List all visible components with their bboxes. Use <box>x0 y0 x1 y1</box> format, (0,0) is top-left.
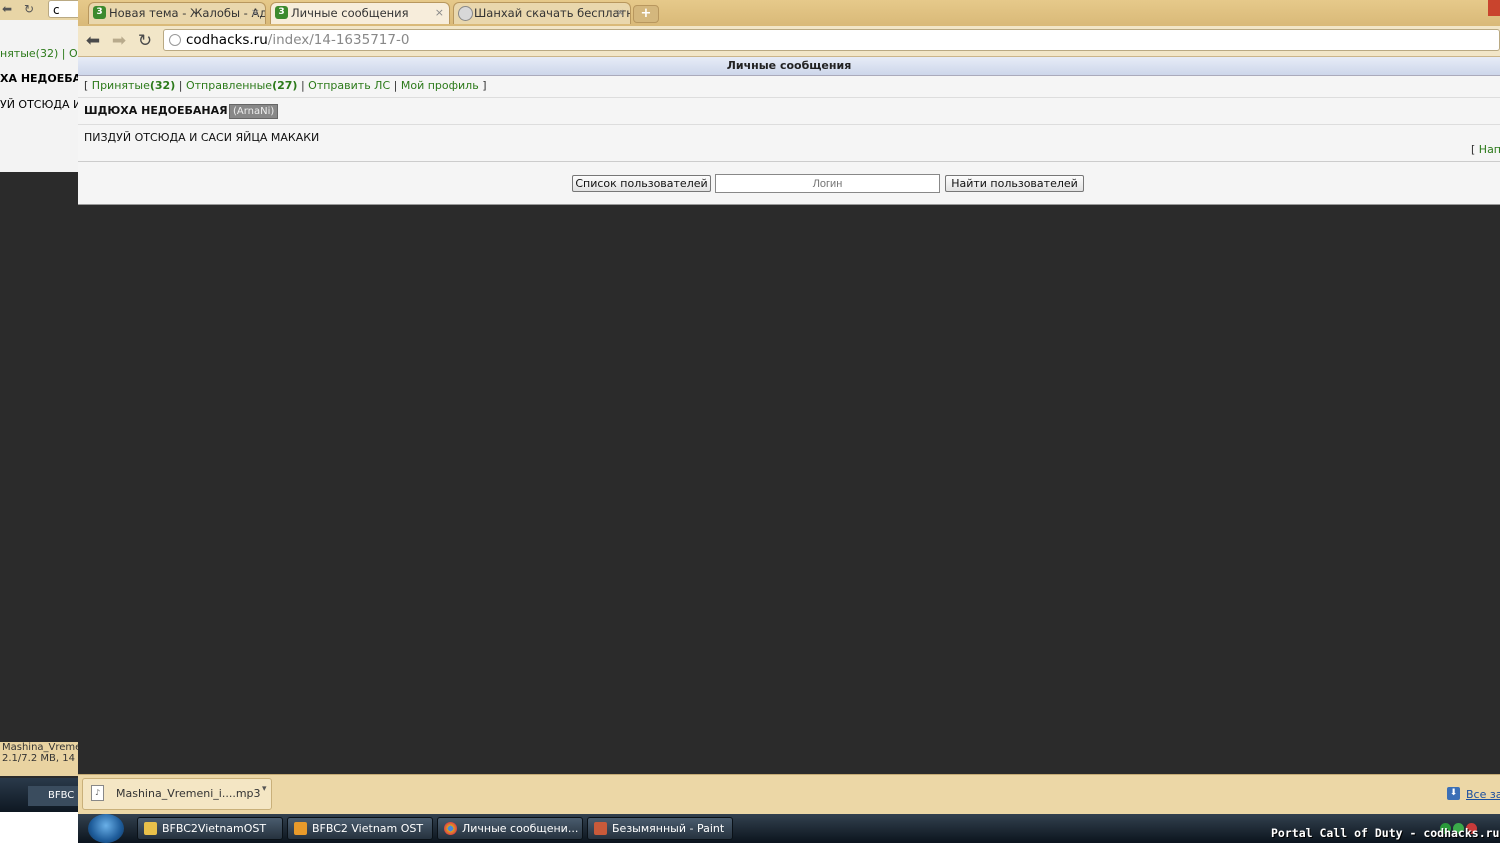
download-file-name[interactable]: Mashina_Vremeni_i....mp3 <box>116 787 261 800</box>
my-profile-link[interactable]: Мой профиль <box>401 79 479 92</box>
chevron-down-icon[interactable]: ▾ <box>262 784 267 794</box>
close-icon[interactable]: × <box>616 3 625 23</box>
bracket: [ <box>84 79 89 92</box>
tab-label: Личные сообщения <box>291 6 409 20</box>
sent-label: Отправленные <box>185 79 273 92</box>
background-window <box>0 0 78 172</box>
taskbar-item-label: BFBC2VietnamOST <box>162 822 267 835</box>
separator: | <box>300 79 305 92</box>
bracket: ] <box>482 79 487 92</box>
message-header <box>78 97 1500 125</box>
tab-new-topic[interactable]: 3 Новая тема - Жалобы - Ад × <box>88 2 266 24</box>
page-title: Личные сообщения <box>78 57 1500 76</box>
address-bar[interactable]: codhacks.ru/index/14-1635717-0 <box>163 29 1500 51</box>
received-label: Принятые <box>91 79 150 92</box>
media-icon <box>294 822 307 835</box>
codhacks-favicon-icon: 3 <box>93 6 106 19</box>
find-users-button[interactable]: Найти пользователей <box>945 175 1084 192</box>
back-arrow-icon[interactable]: ⬅ <box>82 30 104 52</box>
pm-nav-links: [ Принятые(32) | Отправленные(27) | Отпр… <box>84 79 486 92</box>
send-pm-link[interactable]: Отправить ЛС <box>308 79 390 92</box>
received-count: (32) <box>149 79 176 92</box>
tab-private-messages[interactable]: 3 Личные сообщения × <box>270 2 450 24</box>
background-nav-links: нятые(32) | От <box>0 47 85 60</box>
folder-icon <box>144 822 157 835</box>
url-host: codhacks.ru <box>186 32 268 48</box>
taskbar-item-label: Безымянный - Paint <box>612 822 725 835</box>
watermark-text: Portal Call of Duty - codhacks.ru <box>1271 826 1500 840</box>
background-sender: ХА НЕДОЕБАН <box>0 72 91 85</box>
user-list-button[interactable]: Список пользователей <box>572 175 711 192</box>
reply-link[interactable]: Нап <box>1479 143 1500 156</box>
bracket: [ <box>1471 143 1476 156</box>
close-icon[interactable]: × <box>251 3 260 23</box>
background-download-item: Mashina_Vreme 2.1/7.2 MB, 14 s <box>0 742 78 776</box>
window-control-button[interactable] <box>1488 0 1500 16</box>
reload-icon[interactable]: ↻ <box>134 30 156 52</box>
divider <box>78 161 1500 162</box>
page-icon <box>169 34 181 46</box>
audio-file-icon: ♪ <box>91 785 104 801</box>
tab-label: Новая тема - Жалобы - Ад <box>109 6 266 20</box>
tab-shanghai[interactable]: Шанхай скачать бесплатно × <box>453 2 631 24</box>
reload-icon: ↻ <box>24 2 35 16</box>
taskbar-item-chrome[interactable]: Личные сообщени... <box>437 817 583 840</box>
sender-tag: (ArnaNi) <box>229 104 279 119</box>
sent-count: (27) <box>272 79 298 92</box>
reply-link-area: [ Нап <box>1471 143 1500 156</box>
message-sender[interactable]: ШДЮХА НЕДОЕБАНАЯ <box>84 104 228 117</box>
chrome-icon <box>444 822 457 835</box>
tab-label: Шанхай скачать бесплатно <box>474 6 631 20</box>
message-body: ПИЗДУЙ ОТСЮДА И САСИ ЯЙЦА МАКАКИ <box>84 131 320 144</box>
background-taskbar-item[interactable]: BFBC <box>28 786 78 806</box>
paint-icon <box>594 822 607 835</box>
download-icon: ⬇ <box>1447 787 1460 800</box>
sent-link[interactable]: Отправленные(27) <box>186 79 297 92</box>
start-button[interactable] <box>88 814 124 843</box>
new-tab-button[interactable]: + <box>633 5 659 23</box>
taskbar-item-bfbc2-media[interactable]: BFBC2 Vietnam OST <box>287 817 433 840</box>
taskbar-item-bfbc2-folder[interactable]: BFBC2VietnamOST <box>137 817 283 840</box>
codhacks-favicon-icon: 3 <box>275 6 288 19</box>
background-download-progress: 2.1/7.2 MB, 14 s <box>2 753 78 764</box>
background-download-name: Mashina_Vreme <box>2 742 78 753</box>
taskbar-item-label: Личные сообщени... <box>462 822 579 835</box>
close-icon[interactable]: × <box>435 3 444 23</box>
login-search-input[interactable] <box>715 174 940 193</box>
download-shelf <box>78 774 1500 815</box>
separator: | <box>393 79 398 92</box>
background-taskbar: BFBC <box>0 778 78 812</box>
show-all-downloads-link[interactable]: Все за <box>1466 788 1500 801</box>
taskbar-item-paint[interactable]: Безымянный - Paint <box>587 817 733 840</box>
url-path: /index/14-1635717-0 <box>267 32 410 48</box>
separator: | <box>178 79 183 92</box>
globe-favicon-icon <box>458 6 473 21</box>
taskbar-item-label: BFBC2 Vietnam OST <box>312 822 424 835</box>
received-link[interactable]: Принятые(32) <box>92 79 175 92</box>
forward-arrow-icon[interactable]: ➡ <box>108 30 130 52</box>
background-strip <box>0 812 78 843</box>
background-message-body: УЙ ОТСЮДА И <box>0 98 82 111</box>
back-arrow-icon: ⬅ <box>2 2 13 16</box>
